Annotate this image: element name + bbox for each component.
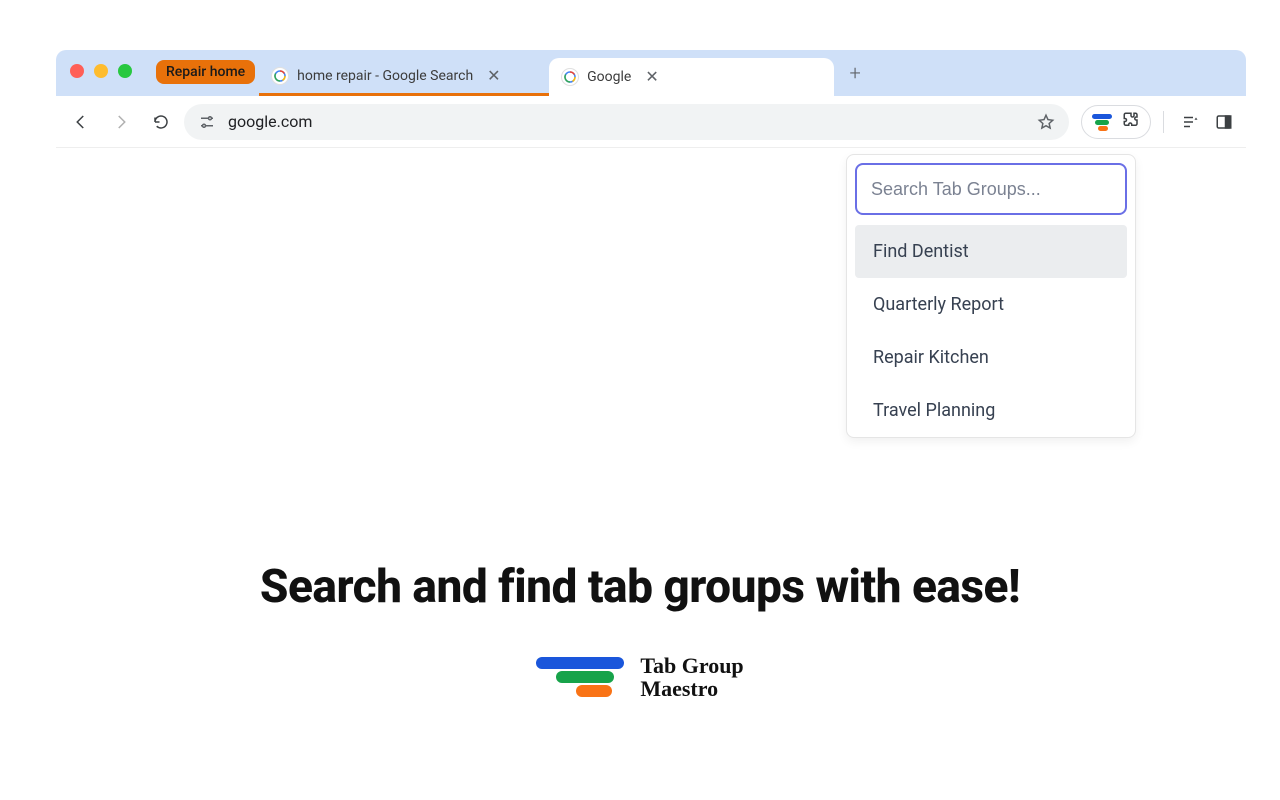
page-viewport: Find Dentist Quarterly Report Repair Kit… [56, 148, 1246, 478]
tab-group-maestro-icon [1092, 114, 1112, 130]
url-text: google.com [228, 112, 1025, 131]
google-favicon-icon [271, 67, 289, 85]
toolbar: google.com [56, 96, 1246, 148]
tab-close-icon[interactable]: ✕ [487, 68, 500, 84]
search-tab-groups-input[interactable] [855, 163, 1127, 215]
tab-group-item[interactable]: Travel Planning [855, 384, 1127, 437]
tab-groups-popup: Find Dentist Quarterly Report Repair Kit… [846, 154, 1136, 438]
headline: Search and find tab groups with ease! [0, 560, 1280, 614]
forward-button[interactable] [104, 105, 138, 139]
browser-window: Repair home home repair - Google Search … [56, 50, 1246, 478]
new-tab-button[interactable]: + [840, 58, 870, 88]
tab-groups-list: Find Dentist Quarterly Report Repair Kit… [855, 225, 1127, 437]
tab-group-chip[interactable]: Repair home [156, 60, 255, 84]
tab-group-item[interactable]: Repair Kitchen [855, 331, 1127, 384]
tab-close-icon[interactable]: ✕ [645, 69, 658, 85]
toolbar-separator [1163, 111, 1164, 133]
brand-lockup: Tab Group Maestro [536, 654, 743, 700]
marketing-section: Search and find tab groups with ease! Ta… [0, 560, 1280, 701]
tab-google[interactable]: Google ✕ [549, 58, 834, 96]
tab-strip: Repair home home repair - Google Search … [56, 50, 1246, 96]
back-button[interactable] [64, 105, 98, 139]
window-maximize-button[interactable] [118, 64, 132, 78]
brand-bars-icon [536, 657, 626, 697]
extensions-puzzle-icon[interactable] [1122, 111, 1140, 133]
reload-button[interactable] [144, 105, 178, 139]
tab-group-item[interactable]: Quarterly Report [855, 278, 1127, 331]
tab-home-repair[interactable]: home repair - Google Search ✕ [259, 58, 549, 96]
extension-pill[interactable] [1081, 105, 1151, 139]
tab-title: Google [587, 69, 631, 85]
side-panel-icon[interactable] [1210, 113, 1238, 131]
tab-group-item[interactable]: Find Dentist [855, 225, 1127, 278]
reading-list-icon[interactable] [1176, 113, 1204, 131]
site-settings-icon[interactable] [198, 113, 216, 131]
window-controls [70, 50, 156, 96]
window-minimize-button[interactable] [94, 64, 108, 78]
window-close-button[interactable] [70, 64, 84, 78]
address-bar[interactable]: google.com [184, 104, 1069, 140]
google-favicon-icon [561, 68, 579, 86]
brand-name: Tab Group Maestro [640, 654, 743, 700]
bookmark-star-icon[interactable] [1037, 113, 1055, 131]
tab-title: home repair - Google Search [297, 68, 473, 84]
